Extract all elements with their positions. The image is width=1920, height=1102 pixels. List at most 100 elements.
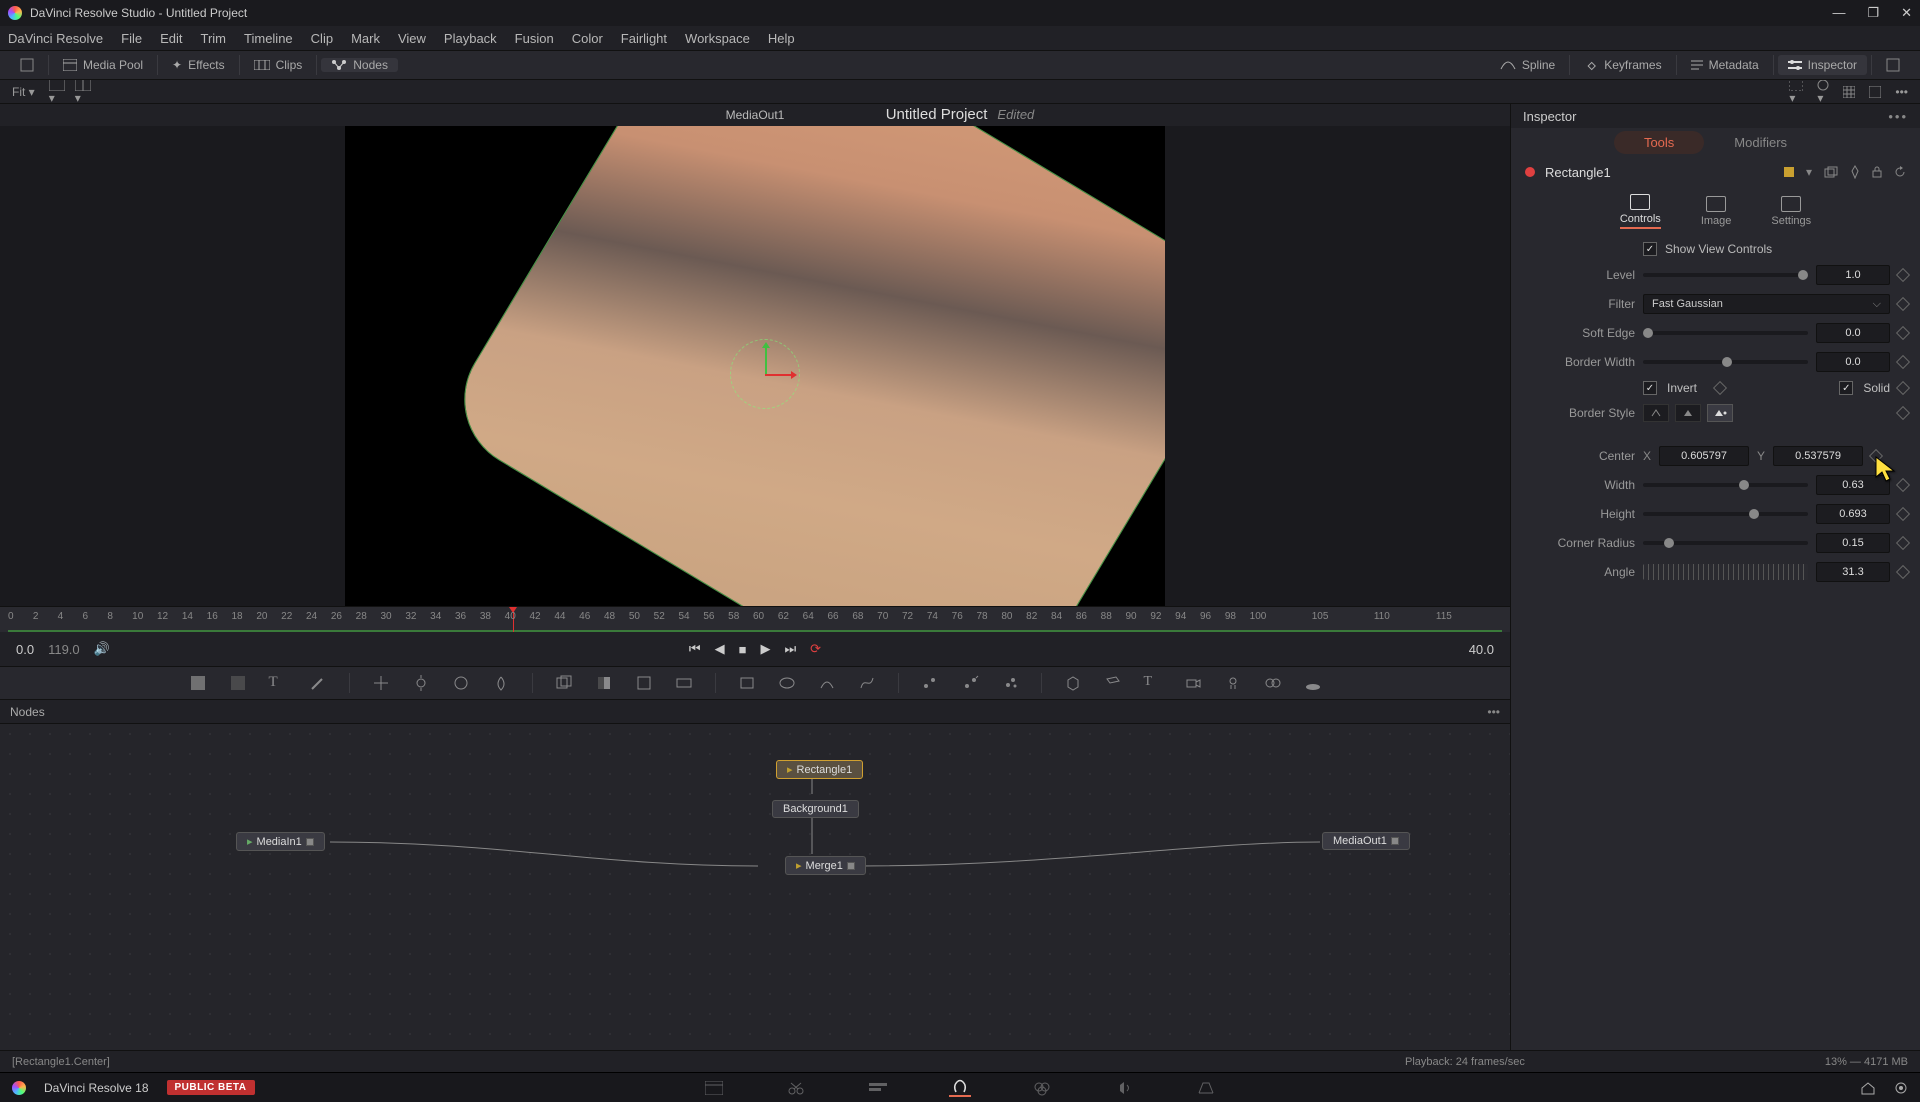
inspector-menu-button[interactable]: ••• xyxy=(1888,109,1908,124)
tool-colorcorrect-icon[interactable] xyxy=(452,674,470,692)
menu-playback[interactable]: Playback xyxy=(444,31,497,46)
tool-paint-icon[interactable] xyxy=(309,674,327,692)
softedge-value[interactable]: 0.0 xyxy=(1816,323,1890,343)
solid-checkbox[interactable]: ✓ xyxy=(1839,381,1853,395)
tool-shape3d-icon[interactable] xyxy=(1064,674,1082,692)
angle-keyframe[interactable] xyxy=(1896,565,1910,579)
tool-particles-icon[interactable] xyxy=(921,674,939,692)
center-y-value[interactable]: 0.537579 xyxy=(1773,446,1863,466)
versions-icon[interactable] xyxy=(1824,166,1838,178)
invert-checkbox[interactable]: ✓ xyxy=(1643,381,1657,395)
reset-icon[interactable] xyxy=(1894,166,1906,178)
tool-merge-icon[interactable] xyxy=(555,674,573,692)
project-settings-icon[interactable] xyxy=(1894,1081,1908,1095)
close-button[interactable]: ✕ xyxy=(1901,5,1912,21)
borderstyle-1-button[interactable] xyxy=(1643,404,1669,422)
menu-color[interactable]: Color xyxy=(572,31,603,46)
menu-edit[interactable]: Edit xyxy=(160,31,182,46)
level-slider[interactable] xyxy=(1643,273,1808,277)
tool-prender-icon[interactable] xyxy=(961,674,979,692)
view-grid-button[interactable] xyxy=(1843,86,1855,98)
tool-blur-icon[interactable] xyxy=(492,674,510,692)
menu-mark[interactable]: Mark xyxy=(351,31,380,46)
width-slider[interactable] xyxy=(1643,483,1808,487)
play-button[interactable]: ▶ xyxy=(760,641,770,657)
tool-brightness-icon[interactable] xyxy=(412,674,430,692)
borderwidth-slider[interactable] xyxy=(1643,360,1808,364)
page-fusion-icon[interactable] xyxy=(949,1079,971,1097)
borderstyle-3-button[interactable] xyxy=(1707,404,1733,422)
node-rectangle1[interactable]: ▸Rectangle1 xyxy=(776,760,863,779)
menu-file[interactable]: File xyxy=(121,31,142,46)
level-value[interactable]: 1.0 xyxy=(1816,265,1890,285)
maximize-button[interactable]: ❐ xyxy=(1867,5,1879,21)
node-background1[interactable]: Background1 xyxy=(772,800,859,818)
tool-light-icon[interactable] xyxy=(1224,674,1242,692)
tool-resize-icon[interactable] xyxy=(675,674,693,692)
layout-split-button[interactable]: ▾ xyxy=(75,79,91,105)
tool-ellipse-mask-icon[interactable] xyxy=(778,674,796,692)
page-cut-icon[interactable] xyxy=(785,1079,807,1097)
show-view-controls-checkbox[interactable]: ✓ xyxy=(1643,242,1657,256)
expand-right-button[interactable] xyxy=(1876,55,1910,75)
page-media-icon[interactable] xyxy=(703,1079,725,1097)
menu-clip[interactable]: Clip xyxy=(311,31,333,46)
subtab-controls[interactable]: Controls xyxy=(1620,194,1661,229)
spline-button[interactable]: Spline xyxy=(1490,55,1565,75)
node-graph[interactable]: ▸Rectangle1 Background1 ▸MediaIn1 ▸Merge… xyxy=(0,724,1510,1050)
softedge-keyframe[interactable] xyxy=(1896,326,1910,340)
nodes-button[interactable]: Nodes xyxy=(321,58,398,72)
height-value[interactable]: 0.693 xyxy=(1816,504,1890,524)
tool-background-icon[interactable] xyxy=(189,674,207,692)
width-keyframe[interactable] xyxy=(1896,478,1910,492)
borderstyle-2-button[interactable] xyxy=(1675,404,1701,422)
menu-fusion[interactable]: Fusion xyxy=(515,31,554,46)
last-frame-button[interactable]: ⏭ xyxy=(784,641,796,657)
filter-dropdown[interactable]: Fast Gaussian⌵ xyxy=(1643,294,1890,314)
audio-icon[interactable]: 🔊 xyxy=(94,641,110,657)
pin-icon[interactable] xyxy=(1850,165,1860,179)
tool-camera3d-icon[interactable] xyxy=(1184,674,1202,692)
tab-tools[interactable]: Tools xyxy=(1614,131,1704,154)
page-edit-icon[interactable] xyxy=(867,1079,889,1097)
view-color-button[interactable]: ▾ xyxy=(1817,79,1829,105)
effects-button[interactable]: ✦Effects xyxy=(162,58,235,72)
corner-keyframe[interactable] xyxy=(1896,536,1910,550)
expand-button[interactable] xyxy=(10,58,44,72)
enable-node-toggle[interactable] xyxy=(1525,167,1535,177)
tool-transform-icon[interactable] xyxy=(635,674,653,692)
minimize-button[interactable]: — xyxy=(1832,5,1845,21)
layout-single-button[interactable]: ▾ xyxy=(49,79,65,105)
mask-rectangle-overlay[interactable] xyxy=(439,126,1165,606)
level-keyframe[interactable] xyxy=(1896,268,1910,282)
tool-text3d-icon[interactable]: T xyxy=(1144,674,1162,692)
height-slider[interactable] xyxy=(1643,512,1808,516)
loop-button[interactable]: ⟳ xyxy=(810,641,821,657)
fit-dropdown[interactable]: Fit ▾ xyxy=(12,85,35,99)
current-time[interactable]: 40.0 xyxy=(1469,642,1494,657)
angle-value[interactable]: 31.3 xyxy=(1816,562,1890,582)
borderwidth-value[interactable]: 0.0 xyxy=(1816,352,1890,372)
tool-polygon-mask-icon[interactable] xyxy=(818,674,836,692)
tool-tracker-icon[interactable] xyxy=(372,674,390,692)
page-fairlight-icon[interactable] xyxy=(1113,1079,1135,1097)
stop-button[interactable]: ■ xyxy=(739,642,747,657)
tool-image3d-icon[interactable] xyxy=(1104,674,1122,692)
subtab-settings[interactable]: Settings xyxy=(1771,196,1811,227)
lock-icon[interactable] xyxy=(1872,166,1882,178)
node-merge1[interactable]: ▸Merge1 xyxy=(785,856,866,875)
node-color-swatch[interactable] xyxy=(1784,167,1794,177)
viewer-canvas[interactable] xyxy=(0,126,1510,606)
tool-render3d-icon[interactable] xyxy=(1304,674,1322,692)
subtab-image[interactable]: Image xyxy=(1701,196,1732,227)
softedge-slider[interactable] xyxy=(1643,331,1808,335)
home-icon[interactable] xyxy=(1860,1081,1876,1095)
view-roi-button[interactable]: ▾ xyxy=(1789,79,1803,105)
menu-help[interactable]: Help xyxy=(768,31,795,46)
tool-rectangle-mask-icon[interactable] xyxy=(738,674,756,692)
menu-trim[interactable]: Trim xyxy=(201,31,227,46)
tool-bspline-mask-icon[interactable] xyxy=(858,674,876,692)
time-ruler[interactable]: 0246810121416182022242628303234363840424… xyxy=(0,606,1510,632)
tool-mattecontrol-icon[interactable] xyxy=(595,674,613,692)
node-mediaout1[interactable]: MediaOut1 xyxy=(1322,832,1410,850)
